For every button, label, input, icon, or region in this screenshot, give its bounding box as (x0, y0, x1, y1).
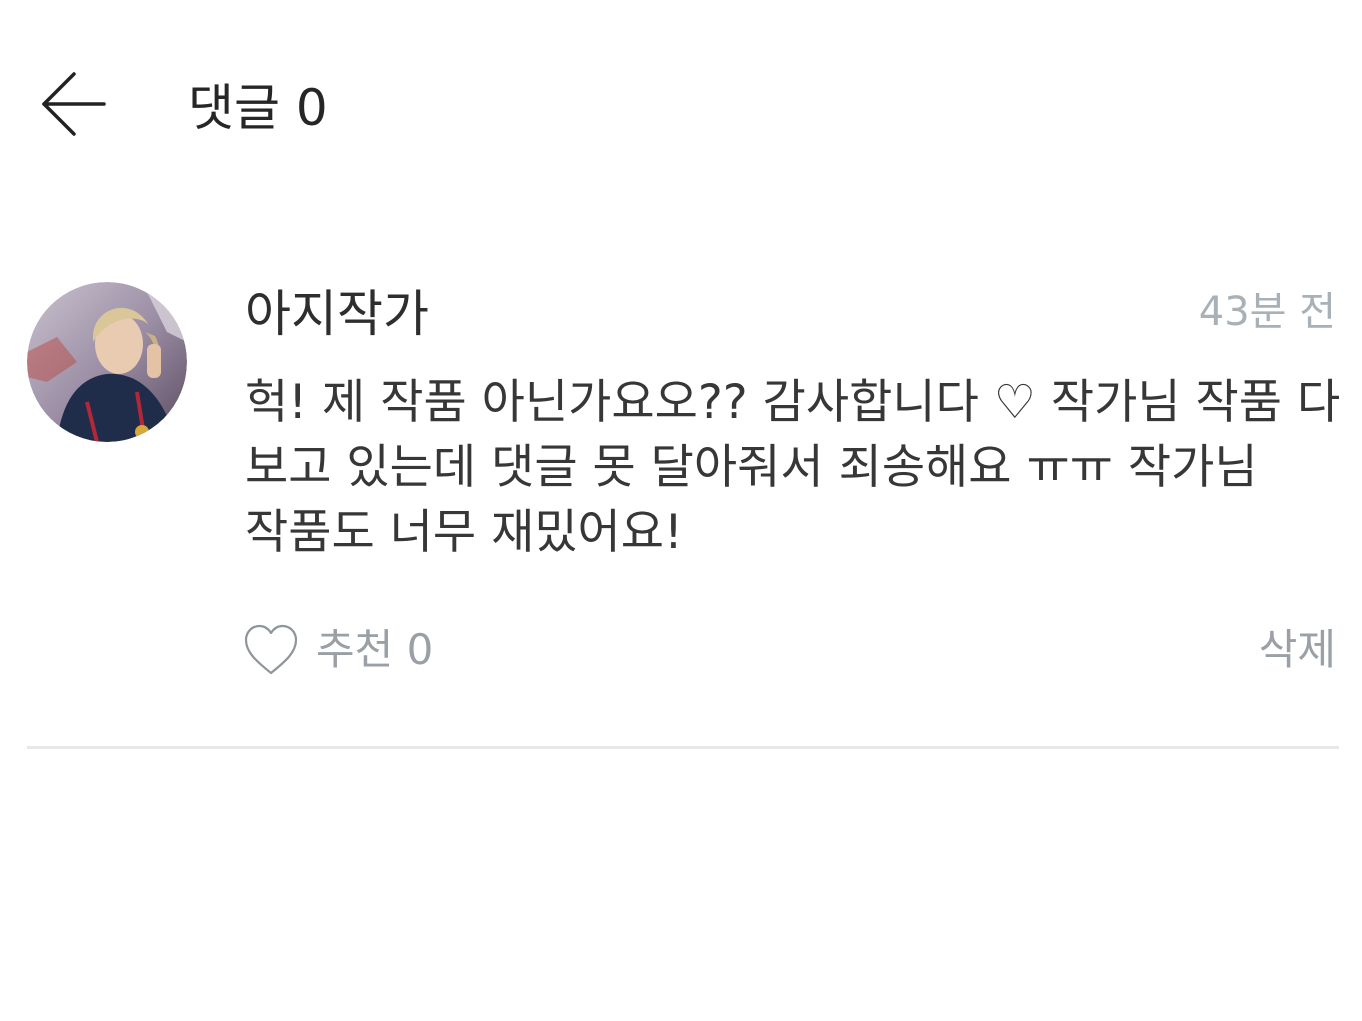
comment-timestamp: 43분 전 (1198, 289, 1336, 335)
comment-text: 헉! 제 작품 아닌가요오?? 감사합니다 ♡ 작가님 작품 다 보고 있는데 … (245, 375, 1341, 560)
divider (27, 746, 1339, 749)
avatar-photo (27, 282, 187, 442)
avatar[interactable] (27, 282, 187, 442)
header: 댓글 0 (0, 0, 1362, 210)
like-count-label: 추천 0 (316, 625, 434, 674)
delete-button[interactable]: 삭제 (1259, 618, 1336, 682)
back-button[interactable] (34, 66, 114, 146)
comment-author[interactable]: 아지작가 (245, 282, 429, 346)
arrow-left-icon (42, 72, 106, 136)
heart-outline-icon (244, 624, 298, 675)
page-title: 댓글 0 (188, 79, 328, 137)
comment-actions: 추천 0 삭제 (0, 618, 1362, 682)
like-button[interactable]: 추천 0 (242, 618, 433, 682)
comment-item: 아지작가 43분 전 헉! 제 작품 아닌가요오?? 감사합니다 ♡ 작가님 작… (0, 270, 1362, 690)
